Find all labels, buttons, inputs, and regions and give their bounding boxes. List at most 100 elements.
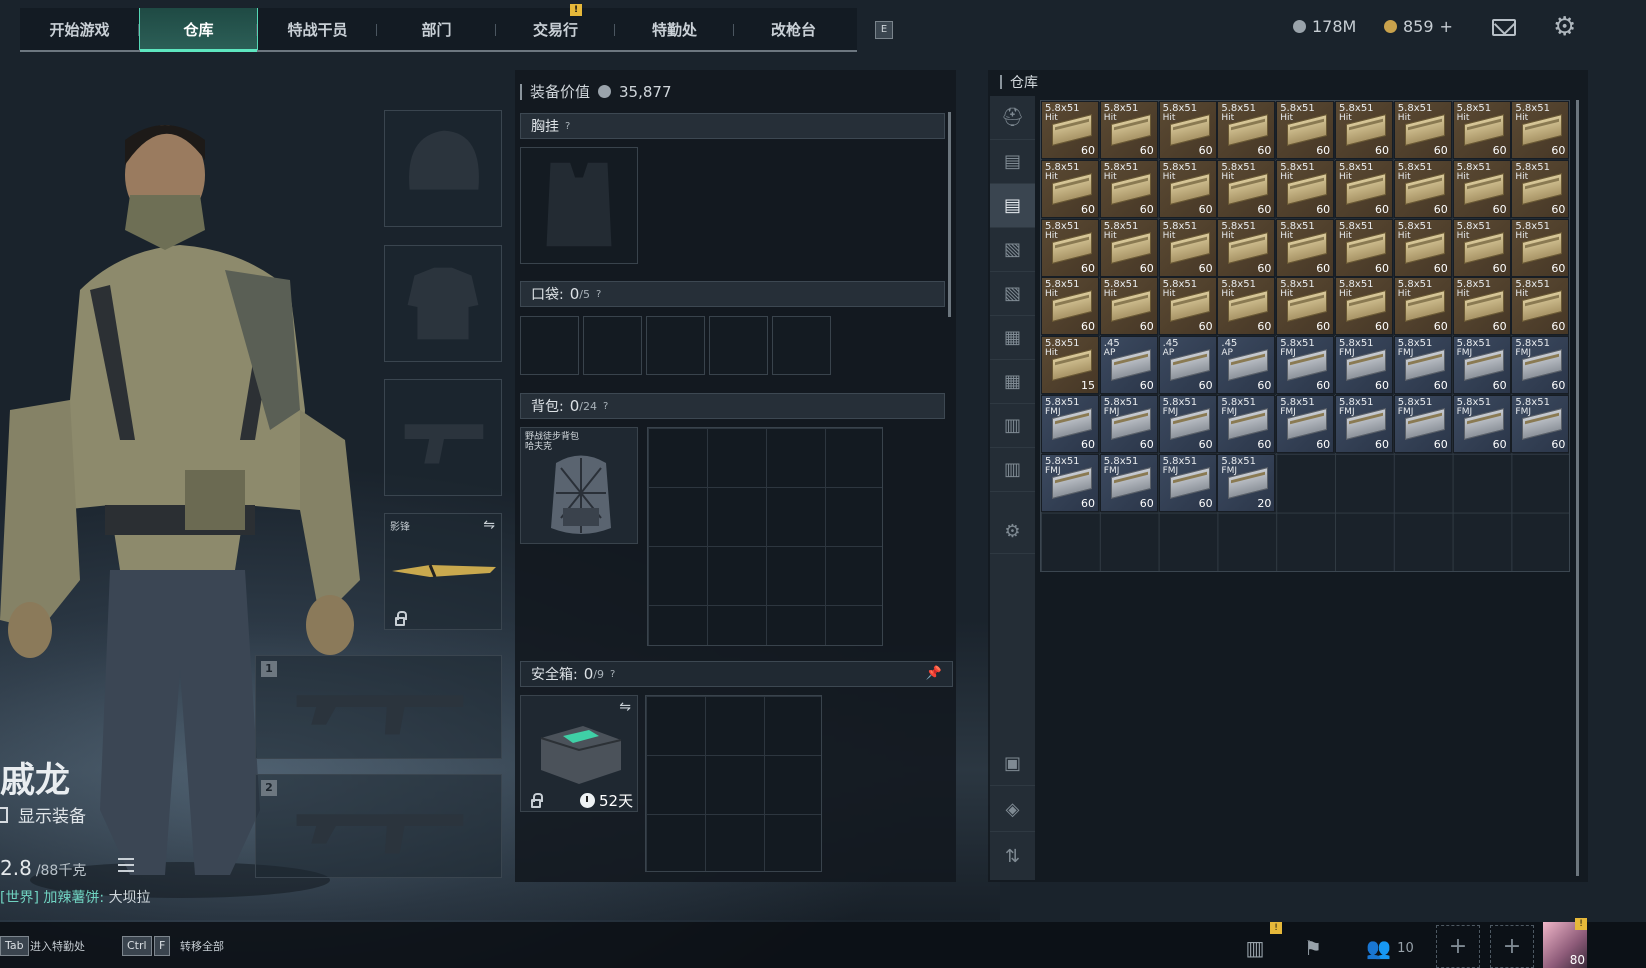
ammo-item[interactable]: 5.8x51 FMJ 60 (1099, 395, 1158, 453)
armor-iv-5-icon[interactable]: ▥ (990, 448, 1035, 492)
currency-secondary[interactable]: 859 + (1384, 17, 1453, 36)
clipboard-icon[interactable]: ▣ (990, 742, 1035, 786)
ammo-item[interactable]: 5.8x51 FMJ 60 (1511, 336, 1570, 395)
armor-iv-2-icon[interactable]: ▦ (990, 316, 1035, 360)
ammo-item[interactable]: 5.8x51 Hit 60 (1158, 277, 1217, 336)
ammo-item[interactable]: 5.8x51 Hit 60 (1452, 218, 1511, 277)
ammo-item[interactable]: 5.8x51 Hit 60 (1099, 101, 1158, 159)
swap-icon[interactable]: ⇋ (619, 699, 631, 715)
add-slot-button[interactable]: + (1436, 925, 1480, 968)
tab-department[interactable]: 部门 (377, 8, 496, 50)
armor-iv-active-icon[interactable]: ▤ (990, 184, 1035, 228)
ammo-item[interactable]: 5.8x51 Hit 60 (1393, 159, 1452, 218)
armor-slot[interactable] (384, 245, 502, 362)
ammo-item[interactable]: 5.8x51 Hit 60 (1335, 159, 1393, 218)
friends-button[interactable]: 👥 10 (1360, 930, 1420, 966)
armor-v2-icon[interactable]: ▧ (990, 272, 1035, 316)
ammo-item[interactable]: 5.8x51 FMJ 60 (1335, 336, 1393, 395)
tab-start-game[interactable]: 开始游戏 (20, 8, 139, 50)
ammo-item[interactable]: 5.8x51 FMJ 60 (1335, 395, 1393, 453)
ammo-item[interactable]: 5.8x51 Hit 60 (1511, 159, 1570, 218)
ammo-item[interactable]: 5.8x51 Hit 60 (1041, 159, 1099, 218)
ammo-item[interactable]: 5.8x51 Hit 60 (1393, 218, 1452, 277)
ammo-item[interactable]: 5.8x51 Hit 60 (1099, 159, 1158, 218)
ammo-item[interactable]: 5.8x51 Hit 60 (1276, 218, 1335, 277)
primary-weapon-slot[interactable]: 1 (255, 655, 502, 759)
checkbox[interactable] (0, 806, 8, 823)
help-icon[interactable]: ? (603, 401, 608, 412)
warehouse-scrollbar[interactable] (1576, 100, 1579, 876)
tab-operators[interactable]: 特战干员 (258, 8, 377, 50)
ammo-item[interactable]: 5.8x51 Hit 60 (1335, 277, 1393, 336)
tab-warehouse[interactable]: 仓库 (139, 8, 258, 52)
ammo-item[interactable]: 5.8x51 FMJ 60 (1452, 395, 1511, 453)
ammo-item[interactable]: 5.8x51 Hit 60 (1158, 101, 1217, 159)
tab-key[interactable]: Tab (0, 936, 29, 956)
loadout-scrollbar[interactable] (948, 112, 951, 317)
ammo-item[interactable]: 5.8x51 Hit 60 (1158, 159, 1217, 218)
armor-iv-icon[interactable]: ▤ (990, 140, 1035, 184)
ammo-item[interactable]: 5.8x51 Hit 60 (1041, 101, 1099, 159)
ammo-item[interactable]: 5.8x51 FMJ 60 (1041, 395, 1099, 453)
pocket-slot[interactable] (772, 316, 831, 375)
ammo-item[interactable]: 5.8x51 FMJ 20 (1217, 453, 1276, 512)
ammo-item[interactable]: 5.8x51 Hit 60 (1452, 101, 1511, 159)
tab-trading[interactable]: 交易行 (496, 8, 615, 50)
ammo-item[interactable]: 5.8x51 FMJ 60 (1041, 453, 1099, 512)
ammo-item[interactable]: 5.8x51 Hit 60 (1335, 101, 1393, 159)
melee-slot[interactable]: 影锋 ⇋ (384, 513, 502, 630)
ammo-item[interactable]: 5.8x51 Hit 60 (1276, 159, 1335, 218)
backpack-item[interactable]: 野战徒步背包 哈夫克 (520, 427, 638, 544)
chest-rig-slot[interactable] (520, 147, 638, 264)
ammo-item[interactable]: 5.8x51 Hit 60 (1276, 101, 1335, 159)
ctrl-key[interactable]: Ctrl (122, 936, 152, 956)
pocket-slot[interactable] (709, 316, 768, 375)
pocket-slot[interactable] (520, 316, 579, 375)
sort-icon[interactable]: ⇅ (990, 834, 1035, 878)
ammo-item[interactable]: .45 AP 60 (1099, 336, 1158, 395)
ammo-item[interactable]: 5.8x51 FMJ 60 (1276, 395, 1335, 453)
help-icon[interactable]: ? (565, 121, 570, 132)
backpack-grid[interactable] (647, 427, 883, 646)
helmet-slot[interactable] (384, 110, 502, 227)
add-currency-button[interactable]: + (1440, 17, 1453, 36)
swap-icon[interactable]: ⇋ (483, 517, 495, 533)
ammo-item[interactable]: 5.8x51 Hit 60 (1511, 218, 1570, 277)
secondary-weapon-slot[interactable]: 2 (255, 774, 502, 878)
tab-special-ops[interactable]: 特勤处 ! (570, 4, 734, 50)
ammo-item[interactable]: 5.8x51 Hit 15 (1041, 336, 1099, 395)
ammo-item[interactable]: 5.8x51 FMJ 60 (1393, 336, 1452, 395)
pin-icon[interactable]: 📌 (926, 666, 942, 681)
ammo-item[interactable]: 5.8x51 FMJ 60 (1276, 336, 1335, 395)
ammo-item[interactable]: 5.8x51 Hit 60 (1217, 101, 1276, 159)
help-icon[interactable]: ? (610, 669, 615, 680)
ammo-item[interactable]: 5.8x51 Hit 60 (1393, 277, 1452, 336)
ammo-item[interactable]: .45 AP 60 (1217, 336, 1276, 395)
armor-iv-4-icon[interactable]: ▥ (990, 404, 1035, 448)
ammo-item[interactable]: 5.8x51 Hit 60 (1099, 277, 1158, 336)
ammo-item[interactable]: 5.8x51 Hit 60 (1217, 218, 1276, 277)
stats-icon[interactable]: ▥ (1240, 930, 1270, 966)
ammo-item[interactable]: 5.8x51 FMJ 60 (1158, 395, 1217, 453)
ammo-item[interactable]: .45 AP 60 (1158, 336, 1217, 395)
settings-icon[interactable]: ⚙ (990, 510, 1035, 554)
ammo-item[interactable]: 5.8x51 Hit 60 (1217, 277, 1276, 336)
ammo-item[interactable]: 5.8x51 FMJ 60 (1217, 395, 1276, 453)
ammo-item[interactable]: 5.8x51 Hit 60 (1041, 218, 1099, 277)
ammo-item[interactable]: 5.8x51 Hit 60 (1276, 277, 1335, 336)
safebox-grid[interactable] (645, 695, 822, 872)
armor-v-icon[interactable]: ▧ (990, 228, 1035, 272)
helmet-icon[interactable]: ⛑ (990, 96, 1035, 140)
ammo-item[interactable]: 5.8x51 Hit 60 (1511, 277, 1570, 336)
ammo-item[interactable]: 5.8x51 FMJ 60 (1511, 395, 1570, 453)
show-equipment-toggle[interactable]: 显示装备 (0, 802, 86, 827)
layers-icon[interactable]: ◈ (990, 788, 1035, 832)
ammo-item[interactable]: 5.8x51 Hit 60 (1511, 101, 1570, 159)
settings-gear-icon[interactable]: ⚙ (1553, 14, 1576, 40)
pocket-slot[interactable] (646, 316, 705, 375)
transfer-all-label[interactable]: 转移全部 (180, 938, 224, 954)
pocket-slot[interactable] (583, 316, 642, 375)
list-icon[interactable] (118, 858, 134, 872)
ammo-item[interactable]: 5.8x51 Hit 60 (1099, 218, 1158, 277)
armor-iv-3-icon[interactable]: ▦ (990, 360, 1035, 404)
